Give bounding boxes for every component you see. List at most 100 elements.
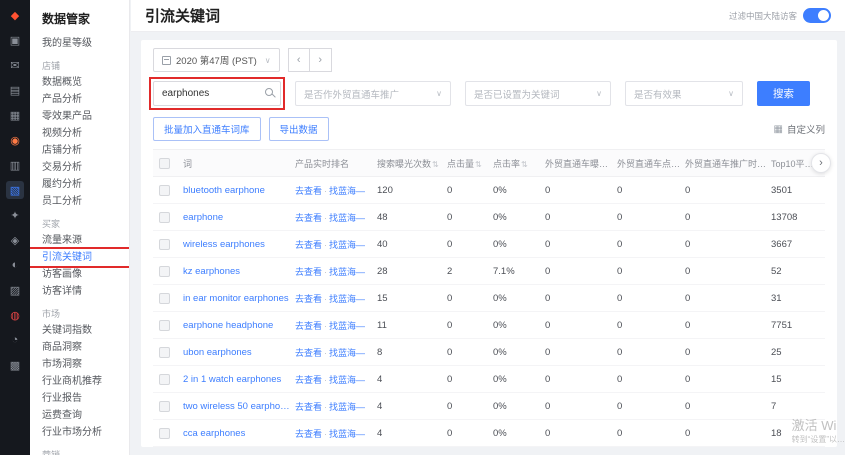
sidebar-item[interactable]: 商品洞察	[30, 339, 129, 356]
finance-icon[interactable]: ◐	[6, 256, 24, 274]
row-checkbox[interactable]	[159, 320, 170, 331]
view-rank-link[interactable]: 去查看	[295, 213, 322, 223]
row-checkbox[interactable]	[159, 293, 170, 304]
column-header-label: 搜索曝光次数	[377, 159, 431, 169]
home-icon[interactable]: ▣	[6, 31, 24, 49]
sidebar-item[interactable]: 关键词指数	[30, 322, 129, 339]
keyword-link[interactable]: ubon earphones	[183, 347, 295, 358]
orders-icon[interactable]: ▤	[6, 81, 24, 99]
find-bluesea-link[interactable]: 找蓝海—	[329, 402, 365, 412]
keyword-link[interactable]: wireless earphones	[183, 239, 295, 250]
find-bluesea-link[interactable]: 找蓝海—	[329, 267, 365, 277]
find-bluesea-link[interactable]: 找蓝海—	[329, 213, 365, 223]
view-rank-link[interactable]: 去查看	[295, 429, 322, 439]
filter-mainland-toggle[interactable]	[803, 8, 831, 23]
find-bluesea-link[interactable]: 找蓝海—	[329, 294, 365, 304]
filter-select-value: 是否有效果	[634, 87, 682, 101]
keyword-link[interactable]: cca earphones	[183, 428, 295, 439]
keyword-link[interactable]: earphone	[183, 212, 295, 223]
export-data-button[interactable]: 导出数据	[269, 117, 329, 141]
marketing-icon[interactable]: ◉	[6, 131, 24, 149]
row-checkbox[interactable]	[159, 374, 170, 385]
customize-columns-button[interactable]: ▦ 自定义列	[774, 122, 825, 136]
prev-period-button[interactable]: ‹	[288, 48, 310, 72]
sidebar-item[interactable]: 运费查询	[30, 407, 129, 424]
customers-icon[interactable]: ◈	[6, 231, 24, 249]
select-all-checkbox[interactable]	[159, 158, 170, 169]
column-header[interactable]: 点击率⇅	[493, 157, 545, 170]
find-bluesea-link[interactable]: 找蓝海—	[329, 186, 365, 196]
column-header[interactable]: 产品实时排名	[295, 157, 377, 170]
keyword-link[interactable]: 2 in 1 watch earphones	[183, 374, 295, 385]
sidebar-item[interactable]: 访客画像	[30, 266, 129, 283]
keyword-link[interactable]: two wireless 50 earphones buds...	[183, 401, 295, 412]
keywords-icon[interactable]: ✦	[6, 206, 24, 224]
view-rank-link[interactable]: 去查看	[295, 240, 322, 250]
column-header[interactable]: 外贸直通车点击⇅	[617, 157, 685, 170]
column-header[interactable]: 外贸直通车曝光⇅	[545, 157, 617, 170]
find-bluesea-link[interactable]: 找蓝海—	[329, 429, 365, 439]
keyword-link[interactable]: earphone headphone	[183, 320, 295, 331]
row-checkbox[interactable]	[159, 212, 170, 223]
sidebar-item[interactable]: 员工分析	[30, 193, 129, 210]
filter-select[interactable]: 是否已设置为关键词∨	[465, 81, 611, 106]
scroll-columns-right-button[interactable]: ›	[811, 153, 831, 173]
sidebar-item[interactable]: 我的星等级	[30, 35, 129, 52]
row-checkbox[interactable]	[159, 428, 170, 439]
sidebar-item[interactable]: 店铺分析	[30, 142, 129, 159]
keyword-link[interactable]: bluetooth earphone	[183, 185, 295, 196]
row-checkbox[interactable]	[159, 347, 170, 358]
sidebar-item[interactable]: 访客详情	[30, 283, 129, 300]
sidebar-item[interactable]: 履约分析	[30, 176, 129, 193]
sidebar-item[interactable]: 行业市场分析	[30, 424, 129, 441]
view-rank-link[interactable]: 去查看	[295, 267, 322, 277]
column-header[interactable]: 词	[183, 157, 295, 170]
view-rank-link[interactable]: 去查看	[295, 375, 322, 385]
filter-select[interactable]: 是否作外贸直通车推广∨	[295, 81, 451, 106]
column-header[interactable]: 外贸直通车推广时长⇅	[685, 157, 771, 170]
logo-icon[interactable]: ◆	[6, 6, 24, 24]
sidebar-item[interactable]: 交易分析	[30, 159, 129, 176]
find-bluesea-link[interactable]: 找蓝海—	[329, 375, 365, 385]
products-icon[interactable]: ▦	[6, 106, 24, 124]
messages-icon[interactable]: ✉	[6, 56, 24, 74]
clicks-cell: 0	[447, 320, 493, 331]
sidebar-item[interactable]: 视频分析	[30, 125, 129, 142]
date-range-picker[interactable]: 2020 第47周 (PST) ∨	[153, 48, 280, 72]
row-checkbox[interactable]	[159, 185, 170, 196]
search-button[interactable]: 搜索	[757, 81, 810, 106]
filter-select[interactable]: 是否有效果∨	[625, 81, 743, 106]
sidebar-item[interactable]: 零效果产品	[30, 108, 129, 125]
keyword-link[interactable]: kz earphones	[183, 266, 295, 277]
column-header[interactable]: 点击量⇅	[447, 157, 493, 170]
view-rank-link[interactable]: 去查看	[295, 402, 322, 412]
sidebar-item[interactable]: 引流关键词	[30, 249, 129, 266]
column-header[interactable]: 搜索曝光次数⇅	[377, 157, 447, 170]
sidebar-item[interactable]: 流量来源	[30, 232, 129, 249]
row-checkbox[interactable]	[159, 401, 170, 412]
sidebar-item[interactable]: 市场洞察	[30, 356, 129, 373]
view-rank-link[interactable]: 去查看	[295, 294, 322, 304]
view-rank-link[interactable]: 去查看	[295, 348, 322, 358]
store-icon[interactable]: ▥	[6, 156, 24, 174]
find-bluesea-link[interactable]: 找蓝海—	[329, 240, 365, 250]
bulk-add-p4p-button[interactable]: 批量加入直通车词库	[153, 117, 261, 141]
view-rank-link[interactable]: 去查看	[295, 321, 322, 331]
keyword-link[interactable]: in ear monitor earphones	[183, 293, 295, 304]
keyword-search-input[interactable]	[153, 81, 281, 106]
apps-icon[interactable]: ▨	[6, 281, 24, 299]
alerts-icon[interactable]: ◍	[6, 306, 24, 324]
view-rank-link[interactable]: 去查看	[295, 186, 322, 196]
next-period-button[interactable]: ›	[310, 48, 332, 72]
row-checkbox[interactable]	[159, 239, 170, 250]
sidebar-item[interactable]: 产品分析	[30, 91, 129, 108]
sidebar-item[interactable]: 数据概览	[30, 74, 129, 91]
sidebar-item[interactable]: 行业报告	[30, 390, 129, 407]
find-bluesea-link[interactable]: 找蓝海—	[329, 321, 365, 331]
find-bluesea-link[interactable]: 找蓝海—	[329, 348, 365, 358]
analytics-icon[interactable]: ▧	[6, 181, 24, 199]
settings-icon[interactable]: ▩	[6, 356, 24, 374]
row-checkbox[interactable]	[159, 266, 170, 277]
help-icon[interactable]: ◔	[6, 331, 24, 349]
sidebar-item[interactable]: 行业商机推荐	[30, 373, 129, 390]
